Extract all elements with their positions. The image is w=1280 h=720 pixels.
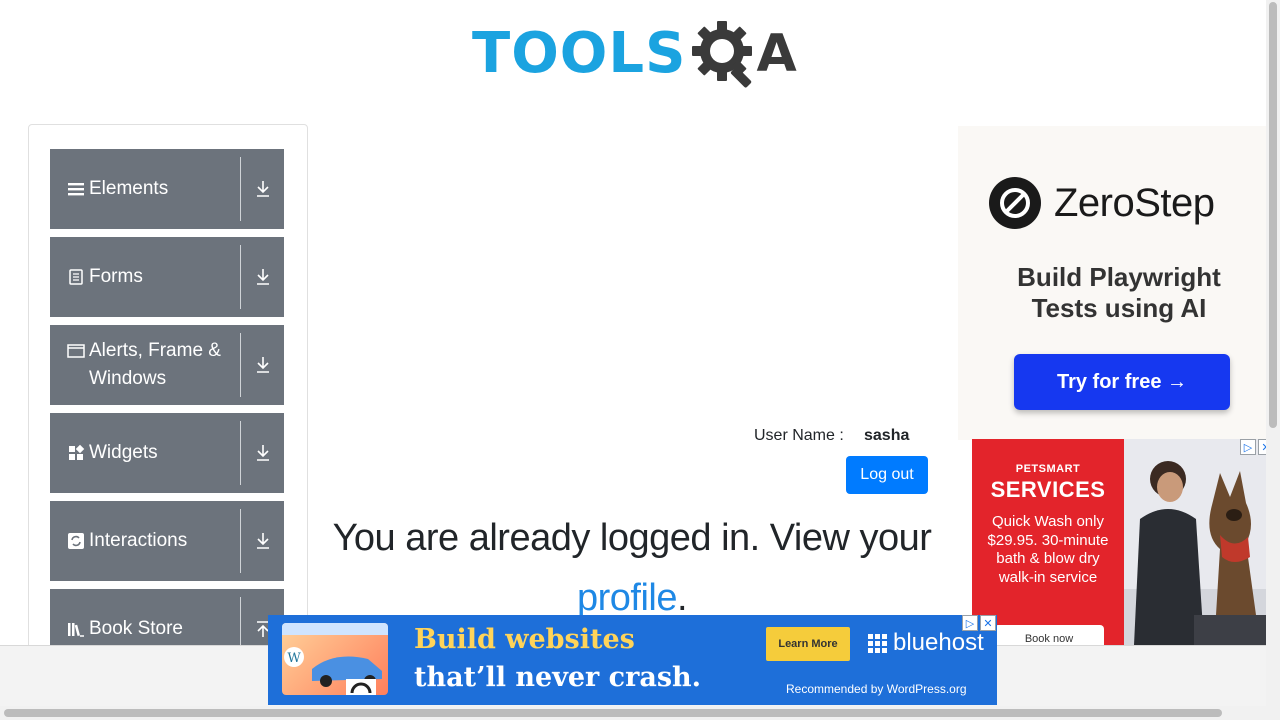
petsmart-copy: Quick Wash only $29.95. 30-minute bath &…	[987, 513, 1109, 586]
sidebar-group-label: Forms	[89, 266, 143, 287]
gear-magnifier-icon	[692, 21, 753, 88]
logo-text: TOOLS	[472, 21, 687, 86]
zerostep-brand: ZeroStep	[1054, 180, 1215, 225]
download-arrow-icon[interactable]	[255, 356, 271, 374]
download-arrow-icon[interactable]	[255, 268, 271, 286]
sidebar-group-label: Book Store	[89, 618, 183, 639]
download-arrow-icon[interactable]	[255, 532, 271, 550]
page: TOOLS A Elements Forms Alerts, Frame & W…	[0, 0, 1280, 720]
message-period: .	[676, 577, 688, 619]
download-arrow-icon[interactable]	[255, 180, 271, 198]
close-icon[interactable]: ✕	[980, 615, 996, 631]
headline-line1: Build websites	[414, 624, 635, 655]
download-arrow-icon[interactable]	[255, 444, 271, 462]
hamburger-icon	[68, 183, 84, 196]
zerostep-tagline-line1: Build Playwright	[1017, 262, 1221, 292]
zerostep-logo-icon	[989, 177, 1041, 229]
vertical-scroll-thumb[interactable]	[1269, 2, 1277, 428]
horizontal-scrollbar[interactable]	[0, 706, 1266, 720]
toolsqa-logo[interactable]: TOOLS A	[472, 16, 802, 92]
window-icon	[67, 344, 85, 358]
username-value: sasha	[864, 427, 910, 444]
logged-in-message: You are already logged in. View your pro…	[326, 508, 938, 628]
books-icon	[68, 623, 84, 637]
zerostep-logo: ZeroStep	[988, 176, 1215, 230]
bluehost-headline: Build websites that’ll never crash.	[414, 621, 701, 697]
sidebar: Elements Forms Alerts, Frame & Windows W…	[28, 124, 308, 669]
logout-button[interactable]: Log out	[846, 456, 928, 494]
book-now-button[interactable]: Book now	[994, 625, 1104, 645]
bluehost-ad[interactable]: W Build websites that’ll never crash. Le…	[268, 615, 997, 705]
bluehost-brand: bluehost	[893, 629, 984, 656]
logo-suffix: A	[756, 24, 797, 84]
learn-more-button[interactable]: Learn More	[766, 627, 850, 661]
bottom-ad-choices[interactable]: ▷ ✕	[962, 615, 996, 631]
petsmart-brand: PETSMART	[1015, 463, 1081, 475]
document-icon	[69, 269, 83, 285]
headline-line2: that’ll never crash.	[414, 662, 702, 693]
bluehost-grid-icon	[868, 633, 887, 653]
logged-in-text: You are already logged in. View your	[332, 517, 932, 559]
horizontal-scroll-thumb[interactable]	[4, 709, 1222, 717]
sidebar-group-label: Interactions	[89, 530, 188, 551]
sidebar-group-label: Alerts, Frame & Windows	[89, 340, 221, 389]
try-for-free-button[interactable]: Try for free →	[1014, 354, 1230, 410]
groomer-dog-photo	[1124, 439, 1268, 645]
username-label: User Name :	[754, 427, 844, 444]
interactions-icon	[68, 533, 84, 549]
bluehost-logo: bluehost	[868, 629, 984, 657]
sidebar-group-forms[interactable]: Forms	[50, 237, 284, 317]
widgets-icon	[69, 444, 85, 460]
recommended-text: Recommended by WordPress.org	[786, 682, 967, 696]
car-thumbnail: W	[282, 623, 388, 695]
adchoices-icon[interactable]: ▷	[1240, 439, 1256, 455]
sidebar-group-label: Elements	[89, 178, 169, 199]
car-image-icon: W	[282, 623, 388, 695]
profile-link[interactable]: profile	[577, 577, 678, 619]
zerostep-tagline: Build Playwright Tests using AI	[958, 262, 1280, 324]
vertical-scrollbar[interactable]	[1266, 0, 1280, 720]
sidebar-group-label: Widgets	[89, 442, 158, 463]
sidebar-group-interactions[interactable]: Interactions	[50, 501, 284, 581]
zerostep-tagline-line2: Tests using AI	[1031, 293, 1207, 323]
svg-text:W: W	[287, 651, 301, 666]
adchoices-icon[interactable]: ▷	[962, 615, 978, 631]
sidebar-group-elements[interactable]: Elements	[50, 149, 284, 229]
petsmart-ad[interactable]: PETSMART SERVICES Quick Wash only $29.95…	[972, 439, 1268, 645]
petsmart-title: SERVICES	[990, 477, 1106, 502]
sidebar-group-alerts-frame-windows[interactable]: Alerts, Frame & Windows	[50, 325, 284, 405]
sidebar-group-widgets[interactable]: Widgets	[50, 413, 284, 493]
zerostep-ad[interactable]: ZeroStep Build Playwright Tests using AI…	[958, 126, 1280, 440]
